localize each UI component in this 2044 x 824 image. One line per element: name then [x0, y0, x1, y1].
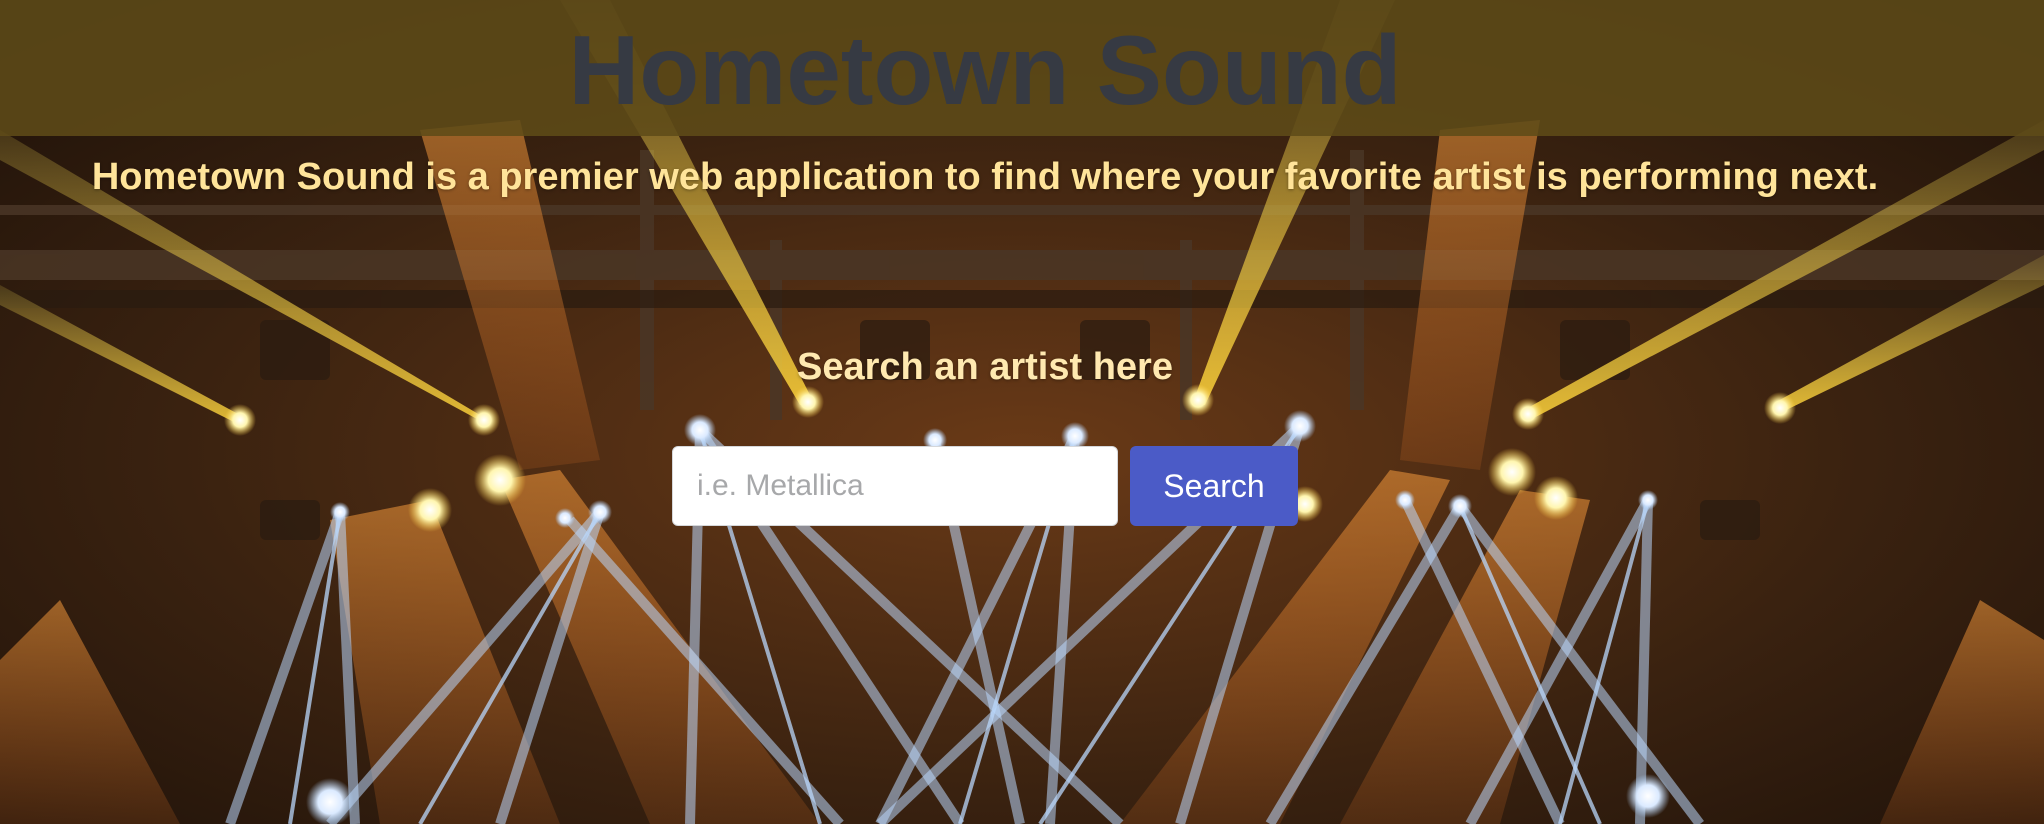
site-title: Hometown Sound — [568, 15, 1402, 125]
site-header: Hometown Sound — [0, 0, 2044, 136]
page: Hometown Sound Hometown Sound is a premi… — [0, 0, 2044, 824]
intro-tagline: Hometown Sound is a premier web applicat… — [91, 156, 1879, 198]
search-button[interactable]: Search — [1130, 446, 1298, 526]
search-heading: Search an artist here — [797, 346, 1173, 388]
artist-search-input[interactable] — [672, 446, 1118, 526]
